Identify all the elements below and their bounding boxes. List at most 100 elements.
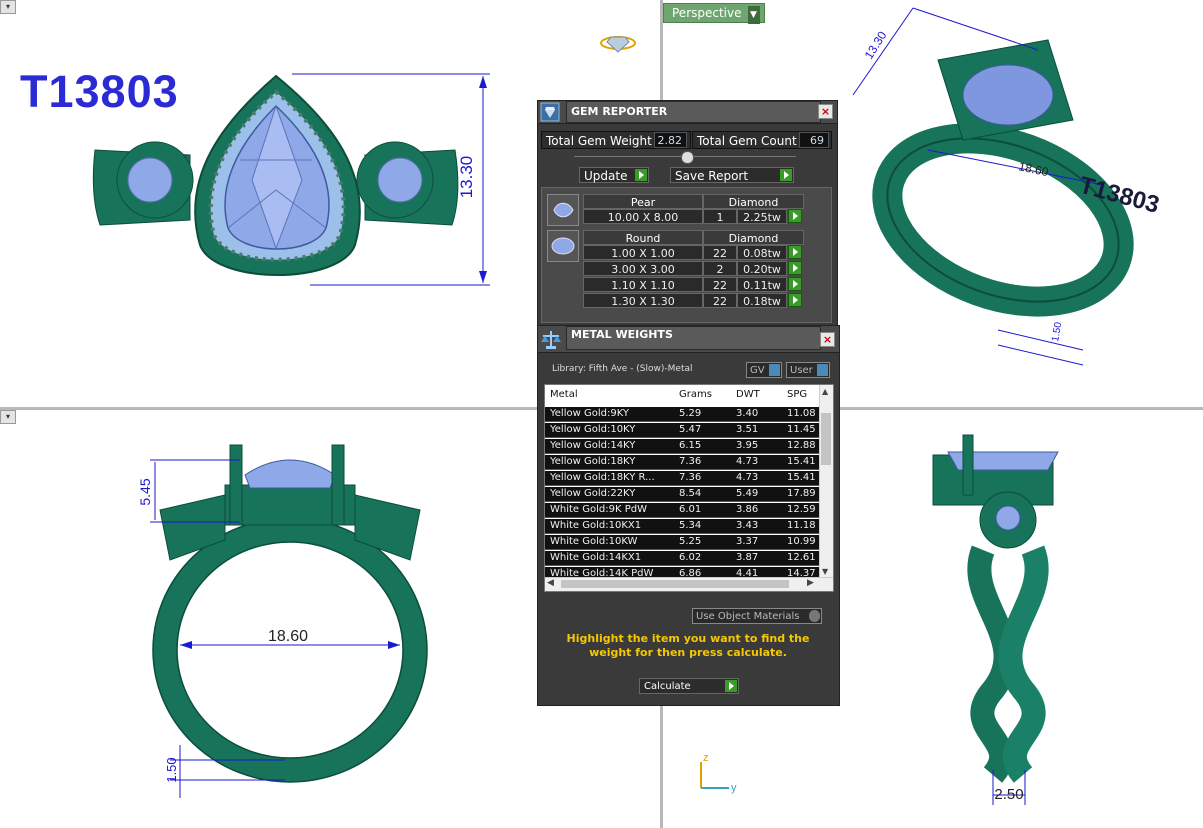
- dwt-cell: 4.73: [736, 472, 759, 483]
- metal-name-cell: Yellow Gold:22KY: [550, 488, 636, 499]
- scroll-down-icon[interactable]: ▼: [822, 567, 828, 576]
- table-row[interactable]: Yellow Gold:18KY R... 7.36 4.73 15.41: [545, 471, 820, 486]
- gv-toggle[interactable]: GV: [746, 362, 782, 378]
- ring-thumbnail-icon[interactable]: [600, 36, 636, 53]
- total-gem-weight-value: 2.82: [654, 132, 687, 148]
- user-label: User: [790, 365, 813, 376]
- grams-cell: 5.47: [679, 424, 702, 435]
- axis-y-label: y: [731, 782, 737, 794]
- table-row[interactable]: Yellow Gold:14KY 6.15 3.95 12.88: [545, 439, 820, 454]
- select-gem-button[interactable]: [788, 245, 802, 259]
- save-report-label: Save Report: [675, 169, 749, 183]
- gem-size-cell[interactable]: 1.30 X 1.30: [583, 293, 703, 308]
- total-gem-count-value: 69: [799, 132, 829, 148]
- table-row[interactable]: White Gold:14KX1 6.02 3.87 12.61: [545, 551, 820, 566]
- gem-size-cell[interactable]: 1.10 X 1.10: [583, 277, 703, 292]
- update-button-label: Update: [584, 169, 628, 183]
- gem-size-cell[interactable]: 10.00 X 8.00: [583, 209, 703, 224]
- toggle-icon: [769, 364, 780, 376]
- metal-name-cell: Yellow Gold:18KY: [550, 456, 636, 467]
- save-report-button[interactable]: Save Report: [670, 167, 794, 183]
- gem-count-cell[interactable]: 22: [703, 277, 737, 292]
- pear-material-header: Diamond: [703, 194, 804, 209]
- select-gem-button[interactable]: [788, 209, 802, 223]
- collapse-knob[interactable]: [681, 151, 694, 164]
- update-button[interactable]: Update: [579, 167, 649, 183]
- metal-name-cell: Yellow Gold:10KY: [550, 424, 636, 435]
- gem-weight-cell[interactable]: 2.25tw: [737, 209, 787, 224]
- total-gem-count-text: Total Gem Count: [697, 134, 797, 148]
- grams-cell: 6.15: [679, 440, 702, 451]
- dimension-c-label: 1.50: [1050, 321, 1064, 343]
- pear-gem-icon[interactable]: [547, 194, 579, 226]
- chevron-down-icon[interactable]: ▼: [747, 6, 760, 24]
- vertical-scrollbar[interactable]: ▲ ▼: [819, 385, 833, 579]
- gem-reporter-titlebar[interactable]: GEM REPORTER ×: [538, 101, 837, 124]
- table-row[interactable]: Yellow Gold:22KY 8.54 5.49 17.89: [545, 487, 820, 502]
- user-toggle[interactable]: User: [786, 362, 830, 378]
- dwt-cell: 3.40: [736, 408, 759, 419]
- dwt-cell: 3.86: [736, 504, 759, 515]
- grams-cell: 8.54: [679, 488, 702, 499]
- metal-name-cell: White Gold:9K PdW: [550, 504, 647, 515]
- grams-cell: 5.34: [679, 520, 702, 531]
- gem-count-cell[interactable]: 22: [703, 245, 737, 260]
- close-icon[interactable]: ×: [818, 104, 833, 119]
- close-icon[interactable]: ×: [820, 332, 835, 347]
- select-gem-button[interactable]: [788, 293, 802, 307]
- metal-weights-titlebar[interactable]: METAL WEIGHTS ×: [538, 326, 839, 353]
- horizontal-scrollbar[interactable]: ◀ ▶: [545, 577, 833, 591]
- column-header-dwt[interactable]: DWT: [736, 389, 760, 400]
- use-object-materials-toggle[interactable]: Use Object Materials: [692, 608, 822, 624]
- round-shape-header: Round: [583, 230, 703, 245]
- gem-weight-cell[interactable]: 0.20tw: [737, 261, 787, 276]
- gem-count-cell[interactable]: 22: [703, 293, 737, 308]
- select-gem-button[interactable]: [788, 261, 802, 275]
- radio-icon: [809, 610, 820, 622]
- dwt-cell: 3.51: [736, 424, 759, 435]
- gem-count-cell[interactable]: 2: [703, 261, 737, 276]
- scrollbar-thumb[interactable]: [561, 580, 789, 588]
- metal-name-cell: Yellow Gold:14KY: [550, 440, 636, 451]
- gem-weight-cell[interactable]: 0.18tw: [737, 293, 787, 308]
- dwt-cell: 3.37: [736, 536, 759, 547]
- table-row[interactable]: White Gold:10KW 5.25 3.37 10.99: [545, 535, 820, 550]
- gem-size-cell[interactable]: 1.00 X 1.00: [583, 245, 703, 260]
- gv-label: GV: [750, 365, 765, 376]
- library-label: Library: Fifth Ave - (Slow)-Metal: [552, 364, 693, 374]
- gem-reporter-panel: GEM REPORTER × Total Gem Weight 2.82 Tot…: [537, 100, 838, 326]
- table-row[interactable]: Yellow Gold:10KY 5.47 3.51 11.45: [545, 423, 820, 438]
- metal-weights-table[interactable]: Metal Grams DWT SPG Yellow Gold:9KY 5.29 3…: [544, 384, 834, 592]
- gem-weight-cell[interactable]: 0.11tw: [737, 277, 787, 292]
- toggle-icon: [817, 364, 828, 376]
- column-header-spg[interactable]: SPG: [787, 389, 807, 400]
- table-row[interactable]: Yellow Gold:9KY 5.29 3.40 11.08: [545, 407, 820, 422]
- metal-name-cell: White Gold:10KW: [550, 536, 638, 547]
- dwt-cell: 4.73: [736, 456, 759, 467]
- table-row[interactable]: White Gold:10KX1 5.34 3.43 11.18: [545, 519, 820, 534]
- select-gem-button[interactable]: [788, 277, 802, 291]
- calculate-button[interactable]: Calculate: [639, 678, 739, 694]
- dwt-cell: 3.95: [736, 440, 759, 451]
- scrollbar-thumb[interactable]: [821, 413, 831, 465]
- axis-z-label: z: [703, 752, 709, 764]
- table-row[interactable]: White Gold:9K PdW 6.01 3.86 12.59: [545, 503, 820, 518]
- column-header-metal[interactable]: Metal: [550, 389, 578, 400]
- gem-reporter-title: GEM REPORTER: [566, 101, 821, 123]
- scroll-left-icon[interactable]: ◀: [547, 578, 554, 588]
- gem-count-cell[interactable]: 1: [703, 209, 737, 224]
- dwt-cell: 3.87: [736, 552, 759, 563]
- gem-size-cell[interactable]: 3.00 X 3.00: [583, 261, 703, 276]
- dimension-height-label: 13.30: [457, 156, 476, 199]
- grams-cell: 5.29: [679, 408, 702, 419]
- column-header-grams[interactable]: Grams: [679, 389, 712, 400]
- metal-weights-panel: METAL WEIGHTS × Library: Fifth Ave - (Sl…: [537, 325, 840, 706]
- dwt-cell: 5.49: [736, 488, 759, 499]
- scroll-up-icon[interactable]: ▲: [822, 387, 828, 396]
- metal-name-cell: White Gold:14KX1: [550, 552, 642, 563]
- scroll-right-icon[interactable]: ▶: [807, 578, 814, 588]
- table-row[interactable]: Yellow Gold:18KY 7.36 4.73 15.41: [545, 455, 820, 470]
- perspective-viewport-label[interactable]: Perspective ▼: [663, 3, 765, 24]
- gem-weight-cell[interactable]: 0.08tw: [737, 245, 787, 260]
- round-gem-icon[interactable]: [547, 230, 579, 262]
